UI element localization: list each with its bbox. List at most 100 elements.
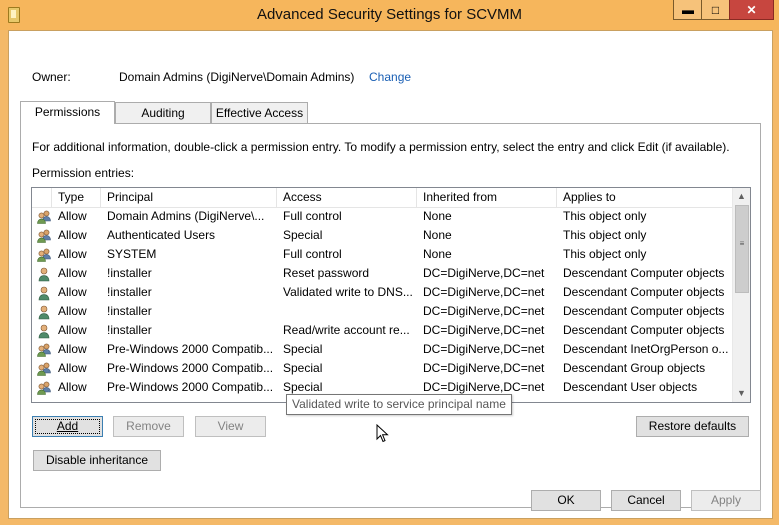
list-header: Type Principal Access Inherited from App… bbox=[32, 188, 735, 208]
user-icon bbox=[36, 304, 52, 320]
group-icon bbox=[36, 209, 52, 225]
column-header-access[interactable]: Access bbox=[277, 188, 417, 207]
row-access: Validated write to DNS... bbox=[283, 285, 413, 299]
row-access: Special bbox=[283, 228, 323, 242]
row-access: Special bbox=[283, 361, 323, 375]
row-applies-to: Descendant InetOrgPerson o... bbox=[563, 342, 729, 356]
row-principal: !installer bbox=[107, 323, 152, 337]
row-inherited-from: DC=DigiNerve,DC=net bbox=[423, 361, 545, 375]
scroll-up-arrow-icon[interactable]: ▲ bbox=[733, 188, 750, 205]
row-type: Allow bbox=[58, 209, 87, 223]
row-applies-to: Descendant Computer objects bbox=[563, 323, 725, 337]
row-principal: SYSTEM bbox=[107, 247, 157, 261]
row-type: Allow bbox=[58, 361, 87, 375]
grip-icon: ≡ bbox=[739, 239, 745, 248]
row-applies-to: This object only bbox=[563, 247, 647, 261]
permissions-info-text: For additional information, double-click… bbox=[32, 140, 730, 154]
window-frame: Advanced Security Settings for SCVMM ▬ □… bbox=[0, 0, 779, 525]
title-bar[interactable]: Advanced Security Settings for SCVMM ▬ □… bbox=[0, 0, 779, 30]
row-applies-to: Descendant Group objects bbox=[563, 361, 706, 375]
row-access: Read/write account re... bbox=[283, 323, 410, 337]
row-type: Allow bbox=[58, 380, 87, 394]
group-icon bbox=[36, 361, 52, 377]
row-principal: !installer bbox=[107, 285, 152, 299]
header-icon-column bbox=[32, 188, 52, 207]
row-principal: !installer bbox=[107, 304, 152, 318]
add-button-label: Add bbox=[56, 419, 79, 433]
column-header-principal[interactable]: Principal bbox=[101, 188, 277, 207]
column-header-type[interactable]: Type bbox=[52, 188, 101, 207]
permission-entries-list[interactable]: Type Principal Access Inherited from App… bbox=[31, 187, 751, 403]
table-row[interactable]: Allow Pre-Windows 2000 Compatib... Special… bbox=[32, 340, 735, 359]
row-access bbox=[277, 302, 417, 321]
owner-label: Owner: bbox=[32, 70, 71, 84]
column-header-applies-to[interactable]: Applies to bbox=[557, 188, 735, 207]
user-icon bbox=[36, 266, 52, 282]
row-inherited-from: DC=DigiNerve,DC=net bbox=[423, 266, 545, 280]
disable-inheritance-button[interactable]: Disable inheritance bbox=[33, 450, 161, 471]
row-applies-to: This object only bbox=[563, 228, 647, 242]
view-button[interactable]: View bbox=[195, 416, 266, 437]
row-principal: !installer bbox=[107, 266, 152, 280]
row-type: Allow bbox=[58, 304, 87, 318]
row-principal: Pre-Windows 2000 Compatib... bbox=[107, 342, 274, 356]
dialog-client-area: Owner: Domain Admins (DigiNerve\Domain A… bbox=[8, 30, 773, 519]
row-inherited-from: DC=DigiNerve,DC=net bbox=[423, 304, 545, 318]
user-icon bbox=[36, 323, 52, 339]
table-row[interactable]: Allow !installer Read/write account re... D… bbox=[32, 321, 735, 340]
row-type: Allow bbox=[58, 266, 87, 280]
row-inherited-from: DC=DigiNerve,DC=net bbox=[423, 342, 545, 356]
row-type: Allow bbox=[58, 228, 87, 242]
minimize-button[interactable]: ▬ bbox=[673, 0, 702, 20]
table-row[interactable]: Allow !installer DC=DigiNerve,DC=net Descen… bbox=[32, 302, 735, 321]
table-row[interactable]: Allow Pre-Windows 2000 Compatib... Special… bbox=[32, 359, 735, 378]
tab-permissions[interactable]: Permissions bbox=[20, 101, 115, 124]
table-row[interactable]: Allow !installer Validated write to DNS...… bbox=[32, 283, 735, 302]
permission-entries-label: Permission entries: bbox=[32, 166, 135, 180]
remove-button[interactable]: Remove bbox=[113, 416, 184, 437]
vertical-scrollbar[interactable]: ▲ ≡ ▼ bbox=[732, 188, 750, 402]
apply-button[interactable]: Apply bbox=[691, 490, 761, 511]
row-inherited-from: None bbox=[423, 247, 452, 261]
row-access: Special bbox=[283, 342, 323, 356]
row-principal: Authenticated Users bbox=[107, 228, 216, 242]
row-type: Allow bbox=[58, 342, 87, 356]
row-applies-to: Descendant User objects bbox=[563, 380, 698, 394]
row-principal: Pre-Windows 2000 Compatib... bbox=[107, 380, 274, 394]
window-title: Advanced Security Settings for SCVMM bbox=[256, 6, 523, 23]
group-icon bbox=[36, 247, 52, 263]
scroll-down-arrow-icon[interactable]: ▼ bbox=[733, 385, 750, 402]
user-icon bbox=[36, 285, 52, 301]
column-header-inherited-from[interactable]: Inherited from bbox=[417, 188, 557, 207]
row-access: Reset password bbox=[283, 266, 370, 280]
table-row[interactable]: Allow !installer Reset password DC=DigiNerv… bbox=[32, 264, 735, 283]
change-owner-link[interactable]: Change bbox=[369, 70, 411, 84]
row-inherited-from: DC=DigiNerve,DC=net bbox=[423, 323, 545, 337]
table-row[interactable]: Allow Authenticated Users Special None This … bbox=[32, 226, 735, 245]
close-button[interactable]: ✕ bbox=[729, 0, 774, 20]
row-principal: Pre-Windows 2000 Compatib... bbox=[107, 361, 274, 375]
group-icon bbox=[36, 342, 52, 358]
row-type: Allow bbox=[58, 285, 87, 299]
scrollbar-thumb[interactable]: ≡ bbox=[735, 205, 749, 293]
restore-defaults-button[interactable]: Restore defaults bbox=[636, 416, 749, 437]
access-tooltip: Validated write to service principal nam… bbox=[286, 394, 512, 415]
owner-value: Domain Admins (DigiNerve\Domain Admins) bbox=[119, 70, 355, 84]
row-inherited-from: DC=DigiNerve,DC=net bbox=[423, 285, 545, 299]
row-inherited-from: None bbox=[423, 209, 452, 223]
maximize-button[interactable]: □ bbox=[701, 0, 729, 20]
table-row[interactable]: Allow Domain Admins (DigiNerve\... Full co… bbox=[32, 207, 735, 226]
ok-button[interactable]: OK bbox=[531, 490, 601, 511]
row-principal: Domain Admins (DigiNerve\... bbox=[107, 209, 265, 223]
tab-effective-access[interactable]: Effective Access bbox=[211, 102, 308, 123]
row-type: Allow bbox=[58, 247, 87, 261]
permissions-panel: For additional information, double-click… bbox=[20, 123, 761, 508]
cancel-button[interactable]: Cancel bbox=[611, 490, 681, 511]
mouse-cursor-icon bbox=[376, 424, 389, 443]
row-inherited-from: None bbox=[423, 228, 452, 242]
tab-auditing[interactable]: Auditing bbox=[115, 102, 211, 123]
add-button[interactable]: Add bbox=[32, 416, 103, 437]
row-type: Allow bbox=[58, 323, 87, 337]
table-row[interactable]: Allow SYSTEM Full control None This object o… bbox=[32, 245, 735, 264]
group-icon bbox=[36, 228, 52, 244]
